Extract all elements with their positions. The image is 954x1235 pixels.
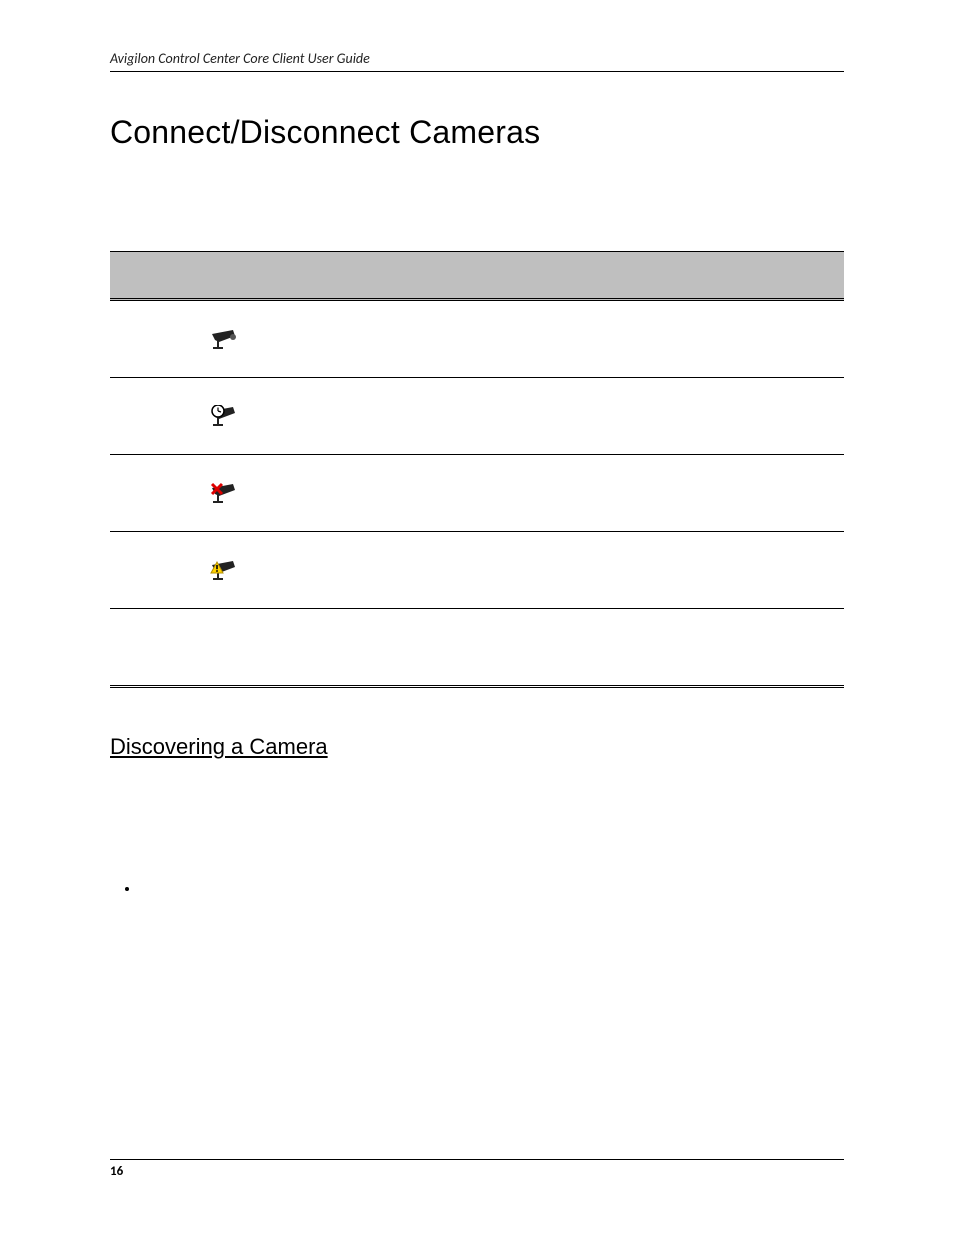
icon-cell [110,532,342,609]
camera-clock-icon [111,405,341,427]
page-title: Connect/Disconnect Cameras [110,114,844,151]
camera-status-table [110,251,844,688]
desc-cell [342,532,844,609]
page-number: 16 [110,1164,123,1179]
table-row [110,300,844,378]
list-item [140,880,844,897]
page-footer: 16 [110,1159,844,1179]
table-row [110,455,844,532]
running-header: Avigilon Control Center Core Client User… [110,50,844,72]
camera-warning-icon [111,559,341,581]
table-header-row [110,252,844,300]
camera-x-icon [111,482,341,504]
table-row [110,532,844,609]
bullet-list [140,880,844,897]
desc-cell [342,455,844,532]
camera-icon [111,328,341,350]
desc-cell [342,300,844,378]
icon-cell [110,455,342,532]
table-header-icon [110,252,342,300]
icon-cell [110,300,342,378]
table-row [110,378,844,455]
icon-cell [110,378,342,455]
table-row [110,609,844,687]
document-page: Avigilon Control Center Core Client User… [0,0,954,1235]
section-heading: Discovering a Camera [110,734,844,760]
desc-cell [342,378,844,455]
desc-cell [342,609,844,687]
table-header-desc [342,252,844,300]
icon-cell [110,609,342,687]
